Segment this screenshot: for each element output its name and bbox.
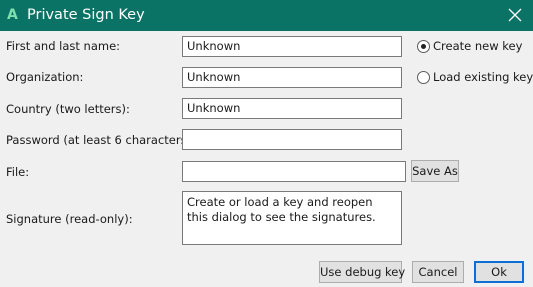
country-field[interactable]: Unknown	[182, 98, 402, 119]
name-label: First and last name:	[6, 39, 121, 53]
signature-label: Signature (read-only):	[6, 212, 133, 226]
close-button[interactable]	[497, 0, 533, 31]
save-as-button[interactable]: Save As	[411, 160, 459, 182]
radio-unselected-icon	[417, 71, 430, 84]
file-label: File:	[6, 165, 30, 179]
country-label: Country (two letters):	[6, 102, 130, 116]
create-new-key-label: Create new key	[433, 39, 523, 53]
use-debug-key-button[interactable]: Use debug key	[319, 261, 405, 283]
signature-field: Create or load a key and reopen this dia…	[182, 191, 402, 245]
password-label: Password (at least 6 characters):	[6, 133, 195, 147]
password-field[interactable]	[182, 129, 402, 150]
file-field[interactable]	[182, 161, 406, 182]
title-bar: A Private Sign Key	[0, 0, 533, 31]
close-icon	[508, 8, 522, 22]
app-logo-icon: A	[7, 7, 18, 23]
name-field[interactable]: Unknown	[182, 36, 402, 57]
ok-button[interactable]: Ok	[474, 261, 524, 283]
organization-label: Organization:	[6, 70, 84, 84]
radio-selected-icon	[417, 40, 430, 53]
window-title: Private Sign Key	[27, 7, 145, 23]
load-existing-key-label: Load existing key	[433, 70, 533, 84]
cancel-button[interactable]: Cancel	[412, 261, 464, 283]
organization-field[interactable]: Unknown	[182, 67, 402, 88]
